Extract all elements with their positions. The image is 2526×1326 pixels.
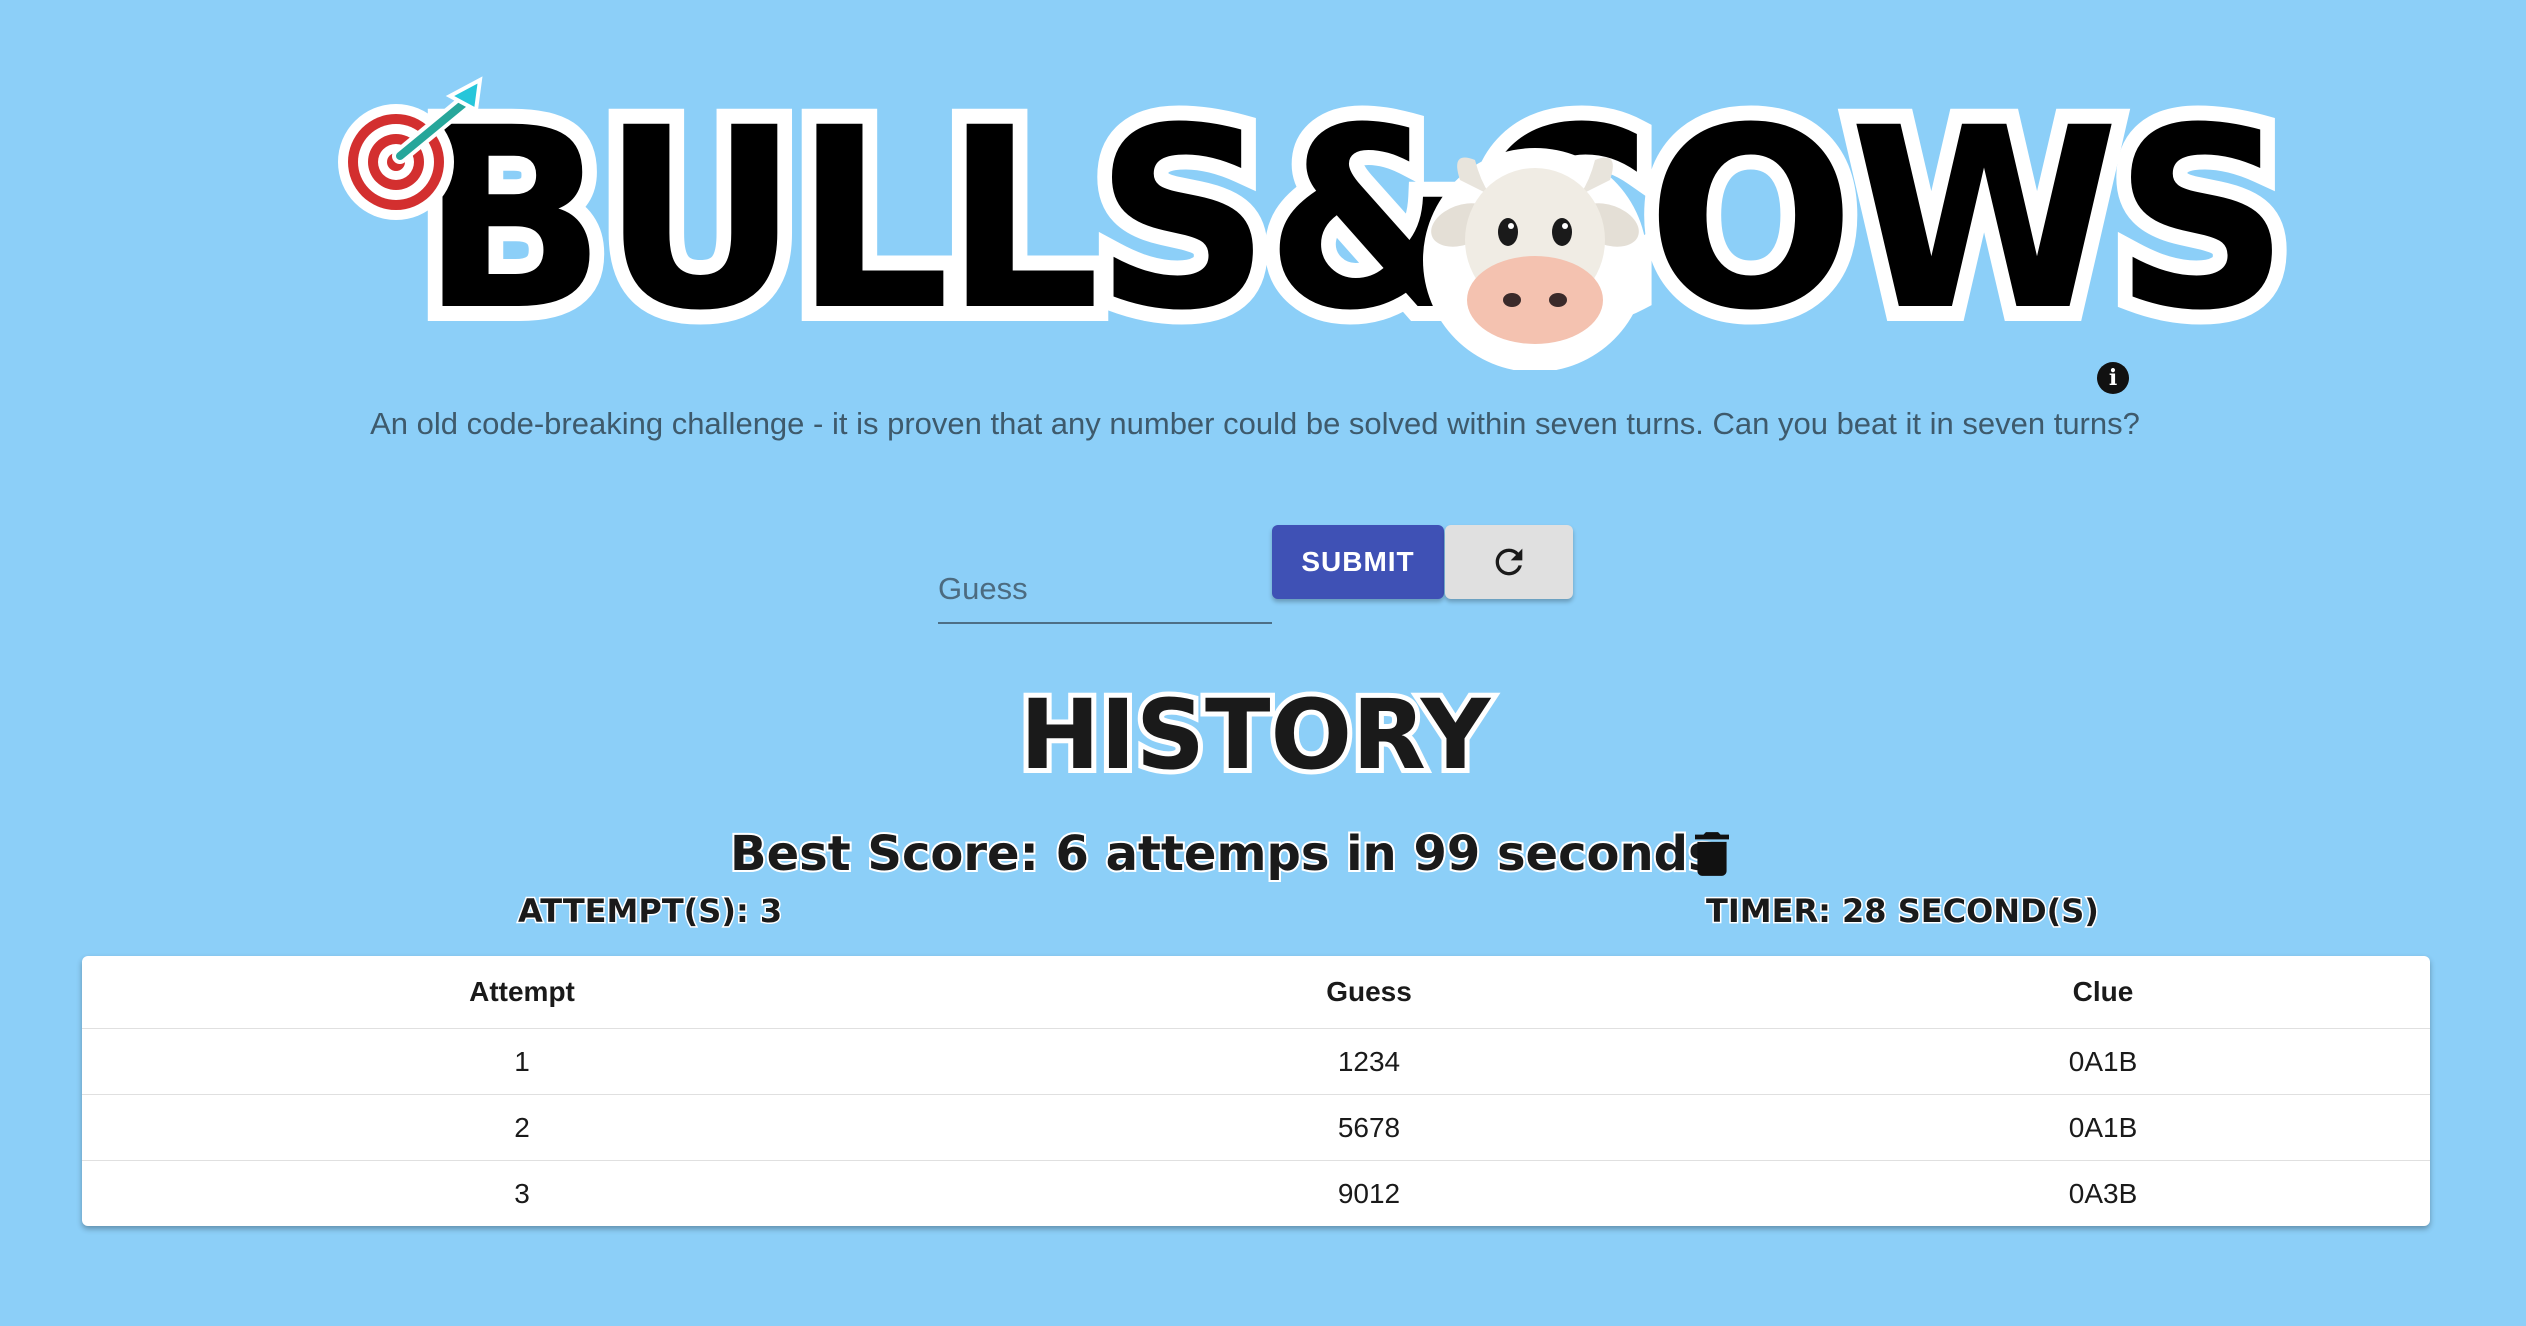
clue-cell: 0A1B [1776,1094,2430,1161]
table-row: 2 5678 0A1B [82,1094,2430,1161]
clue-cell: 0A1B [1776,1028,2430,1095]
cow-face-icon [1423,148,1647,370]
clue-cell: 0A3B [2068,1177,2138,1209]
info-icon[interactable]: i [2097,362,2129,394]
table-header-row: Attempt Guess Clue [82,956,2430,1029]
attempt-count: ATTEMPT(S): 3 [516,891,783,932]
guess-cell: 1234 [962,1028,1776,1095]
reset-button[interactable] [1445,525,1573,599]
logo: BULLS&COWS [330,50,2305,390]
guess-cell: 5678 [962,1094,1776,1161]
column-header-guess: Guess [962,956,1776,1029]
subtitle: An old code-breaking challenge - it is p… [370,406,2140,441]
column-header-clue: Clue [1776,956,2430,1029]
history-title: HISTORY [1015,674,1495,796]
trash-icon[interactable] [1695,832,1729,876]
best-score: Best Score: 6 attemps in 99 seconds [728,824,1719,884]
submit-button[interactable]: SUBMIT [1272,525,1444,599]
guess-cell: 9012 [1337,1177,1401,1209]
table-row: 1 1234 0A1B [82,1028,2430,1095]
attempt-cell: 2 [82,1094,962,1161]
attempt-cell: 1 [82,1028,962,1095]
guess-input[interactable] [938,556,1272,624]
logo-title: BULLS&COWS [405,59,2304,380]
attempt-cell: 3 [514,1177,530,1209]
column-header-attempt: Attempt [82,956,962,1029]
table-row: 3 9012 0A3B [82,1161,2430,1227]
dart-target-icon [338,76,483,220]
timer: TIMER: 28 SECOND(S) [1705,891,2101,932]
history-table: Attempt Guess Clue 1 1234 0A1B 2 5678 0A… [82,956,2430,1226]
refresh-icon [1495,548,1523,576]
